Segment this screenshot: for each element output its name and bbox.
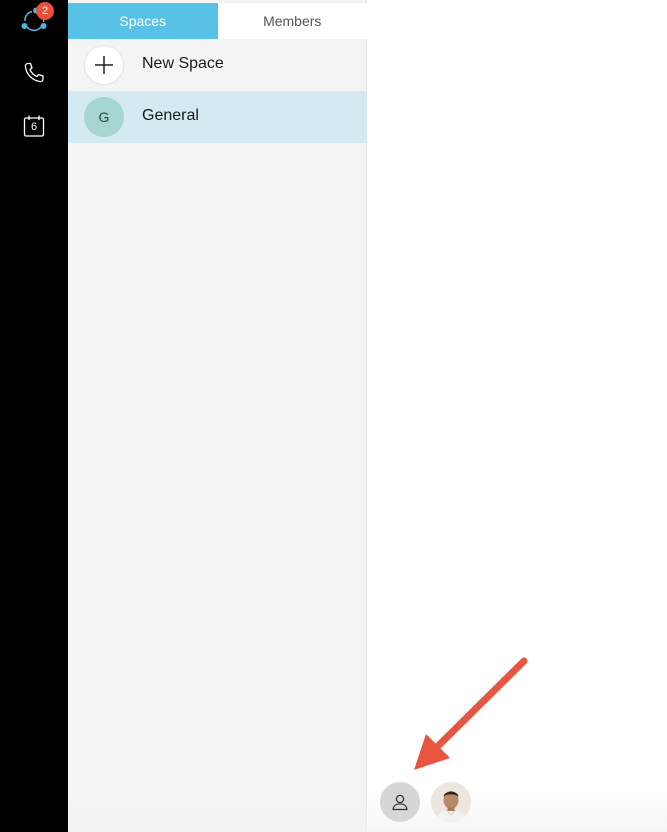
spaces-panel: Spaces Members New Space G General — [68, 0, 367, 832]
rail-item-meetings[interactable]: 6 — [14, 106, 54, 146]
space-item-general[interactable]: G General — [68, 91, 367, 143]
unread-badge: 2 — [36, 2, 54, 20]
tab-spaces[interactable]: Spaces — [68, 3, 218, 39]
new-space-button[interactable]: New Space — [68, 39, 367, 91]
new-space-circle — [84, 45, 124, 85]
plus-icon — [95, 56, 113, 74]
tab-members[interactable]: Members — [217, 3, 367, 39]
new-space-label: New Space — [142, 55, 224, 72]
rail-item-calls[interactable] — [14, 53, 54, 93]
user-photo — [431, 782, 471, 822]
rail-item-teams[interactable]: 2 — [14, 0, 54, 40]
person-icon — [392, 794, 408, 811]
app-window: 2 6 Spaces Members New Space G General — [0, 0, 667, 832]
navigation-rail: 2 6 — [0, 0, 68, 832]
space-avatar: G — [84, 97, 124, 137]
space-item-label: General — [142, 107, 199, 124]
profile-button[interactable] — [380, 782, 420, 822]
bottom-bar — [367, 776, 667, 832]
user-avatar[interactable] — [431, 782, 471, 822]
phone-icon — [24, 62, 44, 83]
calendar-day: 6 — [30, 121, 38, 133]
panel-tabs: Spaces Members — [68, 3, 367, 39]
